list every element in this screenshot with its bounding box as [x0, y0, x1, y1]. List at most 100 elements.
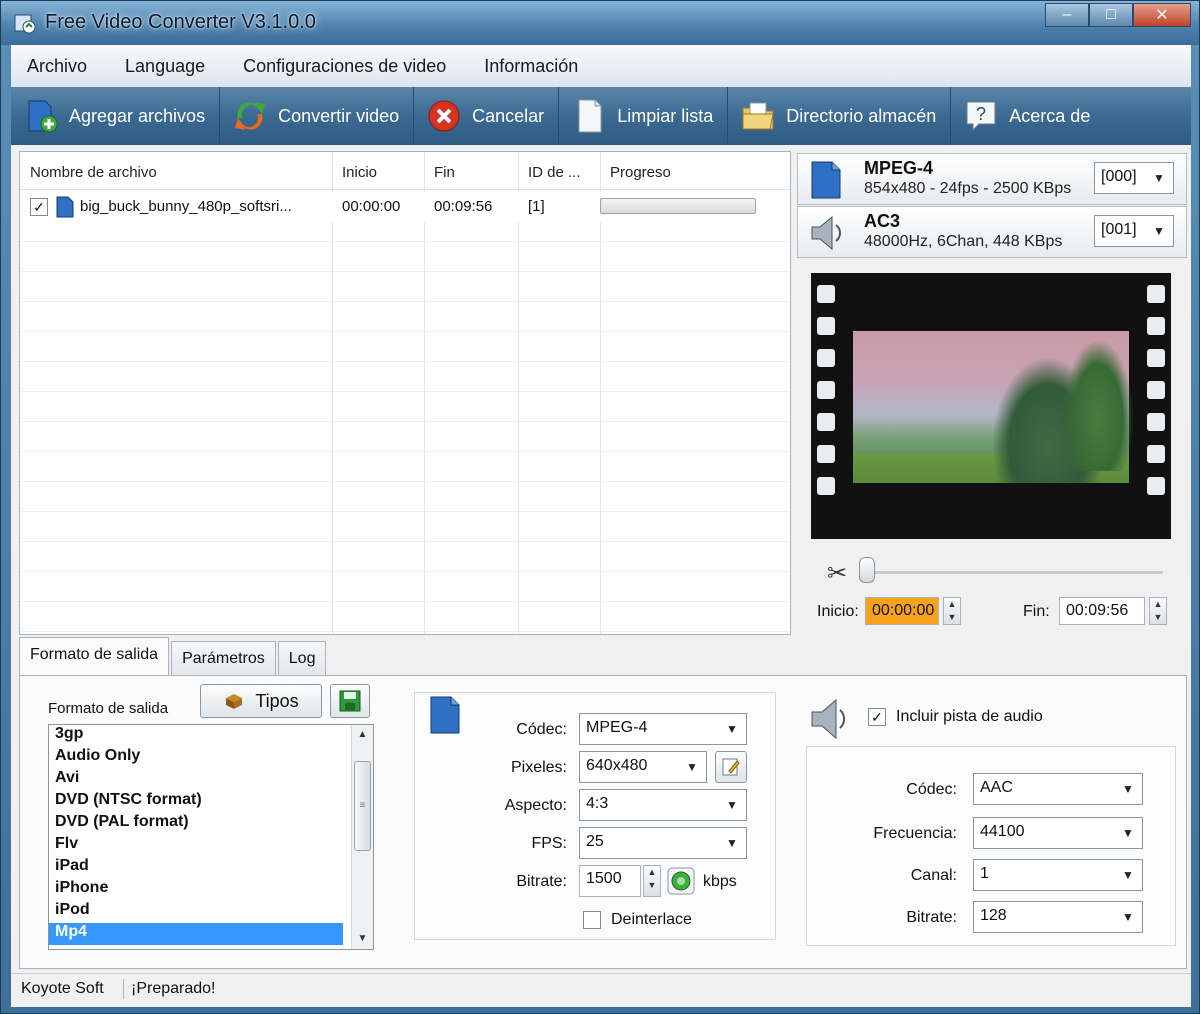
client-area: Archivo Language Configuraciones de vide… [11, 45, 1191, 1007]
list-item[interactable]: iPad [49, 857, 373, 879]
file-list-header: Nombre de archivo Inicio Fin ID de ... P… [20, 152, 790, 190]
audio-stream-codec: AC3 [864, 211, 901, 231]
end-time-input[interactable]: 00:09:56 [1059, 597, 1145, 625]
fps-value: 25 [586, 833, 604, 850]
video-stream-details: 854x480 - 24fps - 2500 KBps [864, 180, 1072, 197]
table-row[interactable]: ✓ big_buck_bunny_480p_softsri... 00:00:0… [20, 192, 790, 222]
preview-frame [853, 331, 1133, 483]
clear-list-button[interactable]: Limpiar lista [559, 87, 729, 145]
types-icon [226, 694, 243, 709]
list-item[interactable]: 3gp [49, 725, 373, 747]
list-item[interactable]: Flv [49, 835, 373, 857]
column-start[interactable]: Inicio [342, 164, 377, 181]
video-bitrate-input[interactable]: 1500 [579, 865, 641, 897]
window-title: Free Video Converter V3.1.0.0 [45, 11, 316, 33]
row-end: 00:09:56 [434, 198, 493, 215]
list-item-selected[interactable]: Mp4 [49, 923, 343, 945]
channel-select[interactable]: 1 ▼ [973, 859, 1143, 891]
film-strip-right [1145, 279, 1167, 533]
menu-language[interactable]: Language [121, 52, 209, 81]
trim-slider[interactable] [867, 571, 1163, 574]
scroll-up-icon[interactable]: ▲ [352, 725, 373, 745]
audio-settings-group: Códec: AAC ▼ Frecuencia: 44100 ▼ Canal: … [806, 746, 1176, 946]
frequency-select[interactable]: 44100 ▼ [973, 817, 1143, 849]
cancel-button[interactable]: Cancelar [414, 87, 560, 145]
video-codec-label: Códec: [516, 721, 567, 738]
types-button[interactable]: Tipos [200, 684, 322, 718]
video-track-select[interactable]: [000] ▼ [1094, 162, 1174, 194]
trim-slider-thumb[interactable] [859, 557, 875, 583]
column-progress[interactable]: Progreso [610, 164, 671, 181]
start-time-input[interactable]: 00:00:00 [865, 597, 939, 625]
file-list[interactable]: Nombre de archivo Inicio Fin ID de ... P… [19, 151, 791, 635]
audio-codec-select[interactable]: AAC ▼ [973, 773, 1143, 805]
column-end[interactable]: Fin [434, 164, 455, 181]
include-audio-checkbox[interactable]: ✓ [868, 708, 886, 726]
video-codec-select[interactable]: MPEG-4 ▼ [579, 713, 747, 745]
start-time-value: 00:00:00 [872, 602, 935, 619]
row-progress-bar [600, 198, 756, 214]
format-list-scrollbar[interactable]: ▲ ≡ ▼ [351, 725, 373, 949]
output-folder-label: Directorio almacén [786, 105, 937, 126]
list-item[interactable]: DVD (NTSC format) [49, 791, 373, 813]
maximize-button[interactable]: □ [1089, 3, 1133, 27]
audio-codec-value: AAC [980, 779, 1013, 796]
column-stream-id[interactable]: ID de ... [528, 164, 581, 181]
frequency-label: Frecuencia: [873, 825, 957, 842]
pixels-select[interactable]: 640x480 ▼ [579, 751, 707, 783]
apply-bitrate-icon[interactable] [667, 867, 695, 895]
tab-log[interactable]: Log [277, 641, 327, 675]
list-item[interactable]: Avi [49, 769, 373, 791]
video-codec-value: MPEG-4 [586, 719, 648, 736]
chevron-down-icon: ▼ [1122, 782, 1134, 796]
fps-select[interactable]: 25 ▼ [579, 827, 747, 859]
aspect-select[interactable]: 4:3 ▼ [579, 789, 747, 821]
list-item[interactable]: Audio Only [49, 747, 373, 769]
chevron-down-icon: ▼ [1122, 910, 1134, 924]
chevron-down-icon: ▼ [726, 798, 738, 812]
menu-video-settings[interactable]: Configuraciones de video [239, 52, 450, 81]
status-bar: Koyote Soft ¡Preparado! [11, 973, 1191, 1003]
add-files-button[interactable]: Agregar archivos [11, 87, 221, 145]
column-filename[interactable]: Nombre de archivo [30, 164, 157, 181]
end-time-value: 00:09:56 [1066, 602, 1129, 619]
app-icon [14, 14, 36, 34]
convert-video-label: Convertir video [278, 105, 400, 126]
row-checkbox[interactable]: ✓ [30, 198, 48, 216]
audio-bitrate-select[interactable]: 128 ▼ [973, 901, 1143, 933]
output-folder-button[interactable]: Directorio almacén [728, 87, 952, 145]
output-format-label: Formato de salida [48, 700, 169, 717]
scroll-thumb[interactable]: ≡ [354, 761, 371, 851]
list-item[interactable]: iPod [49, 901, 373, 923]
list-item[interactable]: iPhone [49, 879, 373, 901]
scroll-down-icon[interactable]: ▼ [352, 929, 373, 949]
video-file-icon [811, 161, 841, 199]
audio-track-select[interactable]: [001] ▼ [1094, 215, 1174, 247]
audio-stream-panel: AC3 48000Hz, 6Chan, 448 KBps [001] ▼ [797, 206, 1187, 258]
edit-resolution-button[interactable] [715, 751, 747, 783]
svg-text:?: ? [976, 104, 986, 124]
video-bitrate-spinner[interactable]: ▲ ▼ [643, 865, 661, 897]
convert-icon [235, 102, 266, 130]
types-label: Tipos [255, 690, 299, 711]
tab-parameters[interactable]: Parámetros [171, 641, 276, 675]
scissors-icon[interactable]: ✂ [827, 559, 847, 588]
start-time-spinner[interactable]: ▲ ▼ [943, 597, 961, 625]
list-item[interactable]: DVD (PAL format) [49, 813, 373, 835]
convert-video-button[interactable]: Convertir video [220, 87, 415, 145]
end-time-spinner[interactable]: ▲ ▼ [1149, 597, 1167, 625]
minimize-button[interactable]: – [1045, 3, 1089, 27]
tab-output-format[interactable]: Formato de salida [19, 637, 170, 675]
channel-value: 1 [980, 865, 989, 882]
cancel-icon [428, 100, 460, 132]
title-bar[interactable]: Free Video Converter V3.1.0.0 – □ ✕ [1, 1, 1199, 45]
save-icon [339, 690, 361, 712]
format-list[interactable]: 3gp Audio Only Avi DVD (NTSC format) DVD… [48, 724, 374, 950]
save-preset-button[interactable] [330, 684, 370, 718]
video-settings-group: Códec: MPEG-4 ▼ Pixeles: 640x480 ▼ Aspec… [414, 692, 776, 940]
menu-archivo[interactable]: Archivo [23, 52, 91, 81]
close-button[interactable]: ✕ [1133, 3, 1191, 27]
menu-info[interactable]: Información [480, 52, 582, 81]
about-button[interactable]: ? Acerca de [951, 87, 1104, 145]
deinterlace-checkbox[interactable] [583, 911, 601, 929]
